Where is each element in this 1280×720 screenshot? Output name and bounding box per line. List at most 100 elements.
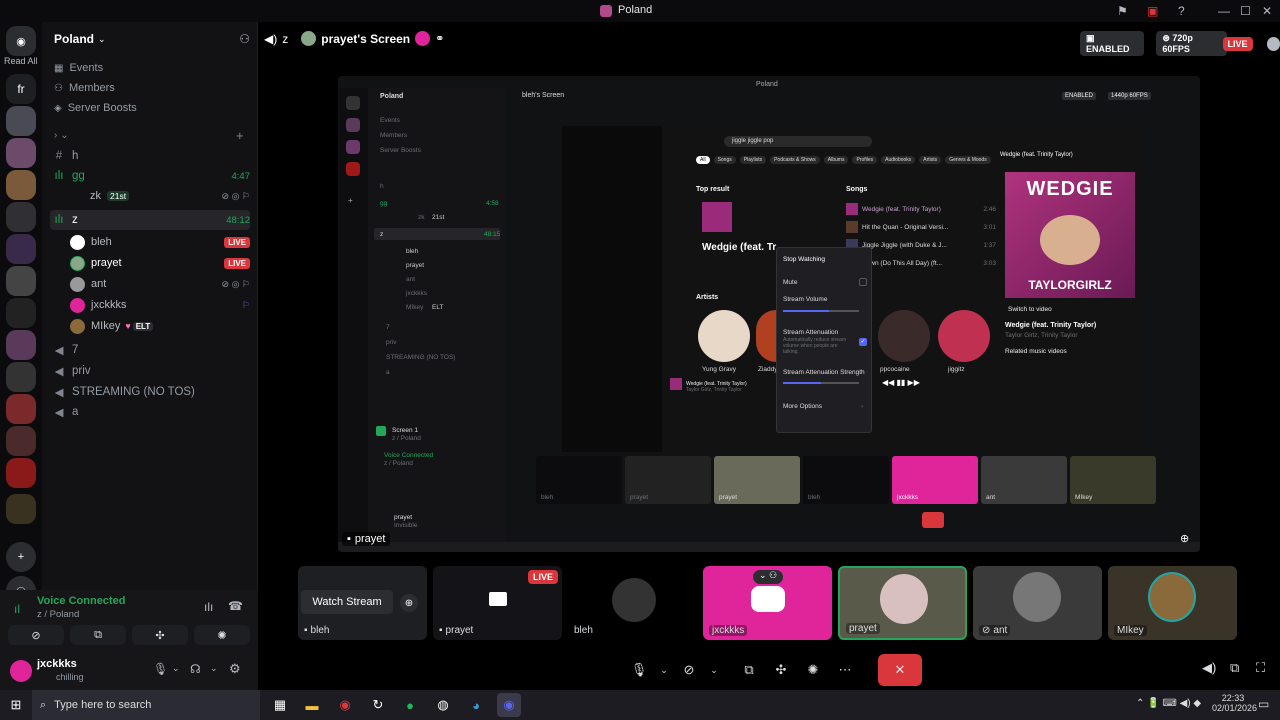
- channel-priv[interactable]: ◀ priv: [50, 361, 250, 381]
- server-4[interactable]: [6, 202, 36, 232]
- discord-home-icon[interactable]: ◉: [6, 26, 36, 56]
- minimize-icon[interactable]: —: [1218, 4, 1230, 18]
- add-friend-icon[interactable]: ⚇: [239, 32, 250, 46]
- voice-user-bleh[interactable]: bleh LIVE: [70, 232, 250, 252]
- server-12[interactable]: [6, 458, 36, 488]
- app-icon[interactable]: ◉: [333, 693, 357, 717]
- server-3[interactable]: [6, 170, 36, 200]
- tile-bleh-avatar[interactable]: bleh: [568, 566, 697, 640]
- menu-stop-watching[interactable]: Stop Watching: [783, 256, 825, 263]
- channel-h[interactable]: # h: [50, 146, 250, 166]
- enabled-badge[interactable]: ▣ ENABLED: [1080, 31, 1145, 56]
- signal-icon[interactable]: ıl: [14, 602, 20, 616]
- server-13[interactable]: [6, 494, 36, 524]
- read-all-label[interactable]: Read All: [4, 56, 38, 66]
- server-header[interactable]: Poland ⌄ ⚇: [54, 30, 250, 48]
- menu-more-options[interactable]: More Options: [783, 403, 822, 410]
- soundboard-button[interactable]: ✺: [194, 625, 250, 645]
- add-server-icon[interactable]: +: [6, 542, 36, 572]
- tile-bleh[interactable]: Watch Stream ⊕ ▪ bleh: [298, 566, 427, 640]
- server-10[interactable]: [6, 394, 36, 424]
- task-view-icon[interactable]: ▦: [268, 693, 292, 717]
- soundboard-button[interactable]: ✺: [800, 657, 826, 683]
- quality-badge[interactable]: ⊛ 720p 60FPS: [1156, 31, 1227, 56]
- server-11[interactable]: [6, 426, 36, 456]
- voice-status[interactable]: Voice Connected: [37, 595, 125, 607]
- windows-start-icon[interactable]: ⊞: [4, 693, 28, 717]
- server-2[interactable]: [6, 138, 36, 168]
- volume-slider[interactable]: [783, 310, 859, 312]
- nav-events[interactable]: ▦ Events: [54, 60, 103, 76]
- app-icon[interactable]: ↻: [366, 693, 390, 717]
- share-screen-button[interactable]: ⧉: [736, 657, 762, 683]
- channel-gg[interactable]: ılı gg 4:47: [50, 166, 250, 186]
- voice-user-ant[interactable]: ant ⊘ ◎ ⚐: [70, 274, 250, 294]
- edge-icon[interactable]: ◕: [464, 693, 488, 717]
- popout-window-icon[interactable]: ⧉: [1230, 660, 1239, 676]
- menu-mute[interactable]: Mute: [783, 279, 797, 286]
- fullscreen-icon[interactable]: ⛶: [1256, 660, 1265, 676]
- noise-suppression-icon[interactable]: ılı: [204, 600, 213, 614]
- tile-prayet-stream[interactable]: LIVE ▪ prayet: [433, 566, 562, 640]
- mute-checkbox[interactable]: [859, 278, 867, 286]
- zoom-icon[interactable]: ⊕: [1180, 532, 1189, 545]
- popout-icon[interactable]: ⊕: [400, 594, 418, 612]
- nav-members[interactable]: ⚇ Members: [54, 80, 115, 96]
- camera-off-button[interactable]: ⊘: [676, 657, 702, 683]
- activities-button[interactable]: ✣: [768, 657, 794, 683]
- tile-prayet[interactable]: prayet: [838, 566, 967, 640]
- category-collapse[interactable]: › ⌄: [54, 130, 69, 141]
- tile-jxckkks[interactable]: ⌄ ⚇ jxckkks: [703, 566, 832, 640]
- channel-a[interactable]: ◀ a: [50, 402, 250, 422]
- my-avatar[interactable]: [10, 660, 32, 682]
- server-fr[interactable]: fr: [6, 74, 36, 104]
- mic-button[interactable]: 🎙︎: [626, 657, 652, 683]
- activities-button[interactable]: ✣: [132, 625, 188, 645]
- channel-z[interactable]: ılı z 48:12: [50, 210, 250, 230]
- notification-icon[interactable]: ▭: [1258, 697, 1269, 711]
- camera-options-chevron[interactable]: ⌄: [708, 657, 720, 683]
- server-8[interactable]: [6, 330, 36, 360]
- file-explorer-icon[interactable]: ▬: [300, 693, 324, 717]
- chrome-icon[interactable]: ◍: [431, 693, 455, 717]
- channel-streaming[interactable]: ◀ STREAMING (NO TOS): [50, 382, 250, 402]
- voice-user-zk[interactable]: zk 21st ⊘ ◎ ⚐: [90, 186, 250, 206]
- clock[interactable]: 22:33 02/01/2026: [1212, 693, 1257, 713]
- chevron-down-icon[interactable]: ⌄: [172, 663, 180, 674]
- channel-7[interactable]: ◀ 7: [50, 340, 250, 360]
- share-screen-button[interactable]: ⧉: [70, 625, 126, 645]
- atten-slider[interactable]: [783, 382, 859, 384]
- chat-bubble-icon[interactable]: [1266, 36, 1280, 51]
- more-options-button[interactable]: ⋯: [832, 657, 858, 683]
- inbox-icon[interactable]: ⚑: [1117, 4, 1128, 18]
- atten-checkbox[interactable]: ✓: [859, 338, 867, 346]
- server-6[interactable]: [6, 266, 36, 296]
- mic-options-chevron[interactable]: ⌄: [658, 657, 670, 683]
- server-9[interactable]: [6, 362, 36, 392]
- voice-user-prayet[interactable]: prayet LIVE: [70, 253, 250, 273]
- camera-off-button[interactable]: ⊘: [8, 625, 64, 645]
- system-tray-icons[interactable]: ⌃ 🔋 ⌨ ◀) ◆: [1136, 698, 1201, 709]
- voice-user-jxckkks[interactable]: jxckkks ⚐: [70, 295, 250, 315]
- disconnect-icon[interactable]: ☎: [228, 599, 243, 613]
- server-5[interactable]: [6, 234, 36, 264]
- watch-stream-button[interactable]: Watch Stream: [301, 590, 393, 614]
- stream-view[interactable]: Poland + Poland Events Members Server Bo…: [338, 76, 1200, 552]
- spotify-icon[interactable]: ●: [398, 693, 422, 717]
- menu-attenuation[interactable]: Stream Attenuation: [783, 329, 838, 336]
- headphones-icon[interactable]: ☊: [190, 662, 201, 676]
- discord-taskbar-icon[interactable]: ◉: [497, 693, 521, 717]
- chevron-down-icon[interactable]: ⌄: [210, 663, 218, 674]
- volume-icon[interactable]: ◀): [1202, 660, 1216, 676]
- server-1[interactable]: [6, 106, 36, 136]
- nav-server-boosts[interactable]: ◈ Server Boosts: [54, 100, 137, 116]
- settings-gear-icon[interactable]: ⚙: [229, 661, 241, 677]
- tile-ant[interactable]: ⊘ ant: [973, 566, 1102, 640]
- maximize-icon[interactable]: ☐: [1240, 4, 1251, 18]
- mic-icon[interactable]: 🎙︎: [153, 662, 168, 676]
- taskbar-search[interactable]: ⌕ Type here to search: [32, 690, 260, 720]
- voice-user-mikey[interactable]: MIkey ♥ ELT: [70, 316, 250, 336]
- close-icon[interactable]: ✕: [1262, 4, 1272, 18]
- screen-icon[interactable]: ▣: [1147, 4, 1158, 18]
- server-7[interactable]: [6, 298, 36, 328]
